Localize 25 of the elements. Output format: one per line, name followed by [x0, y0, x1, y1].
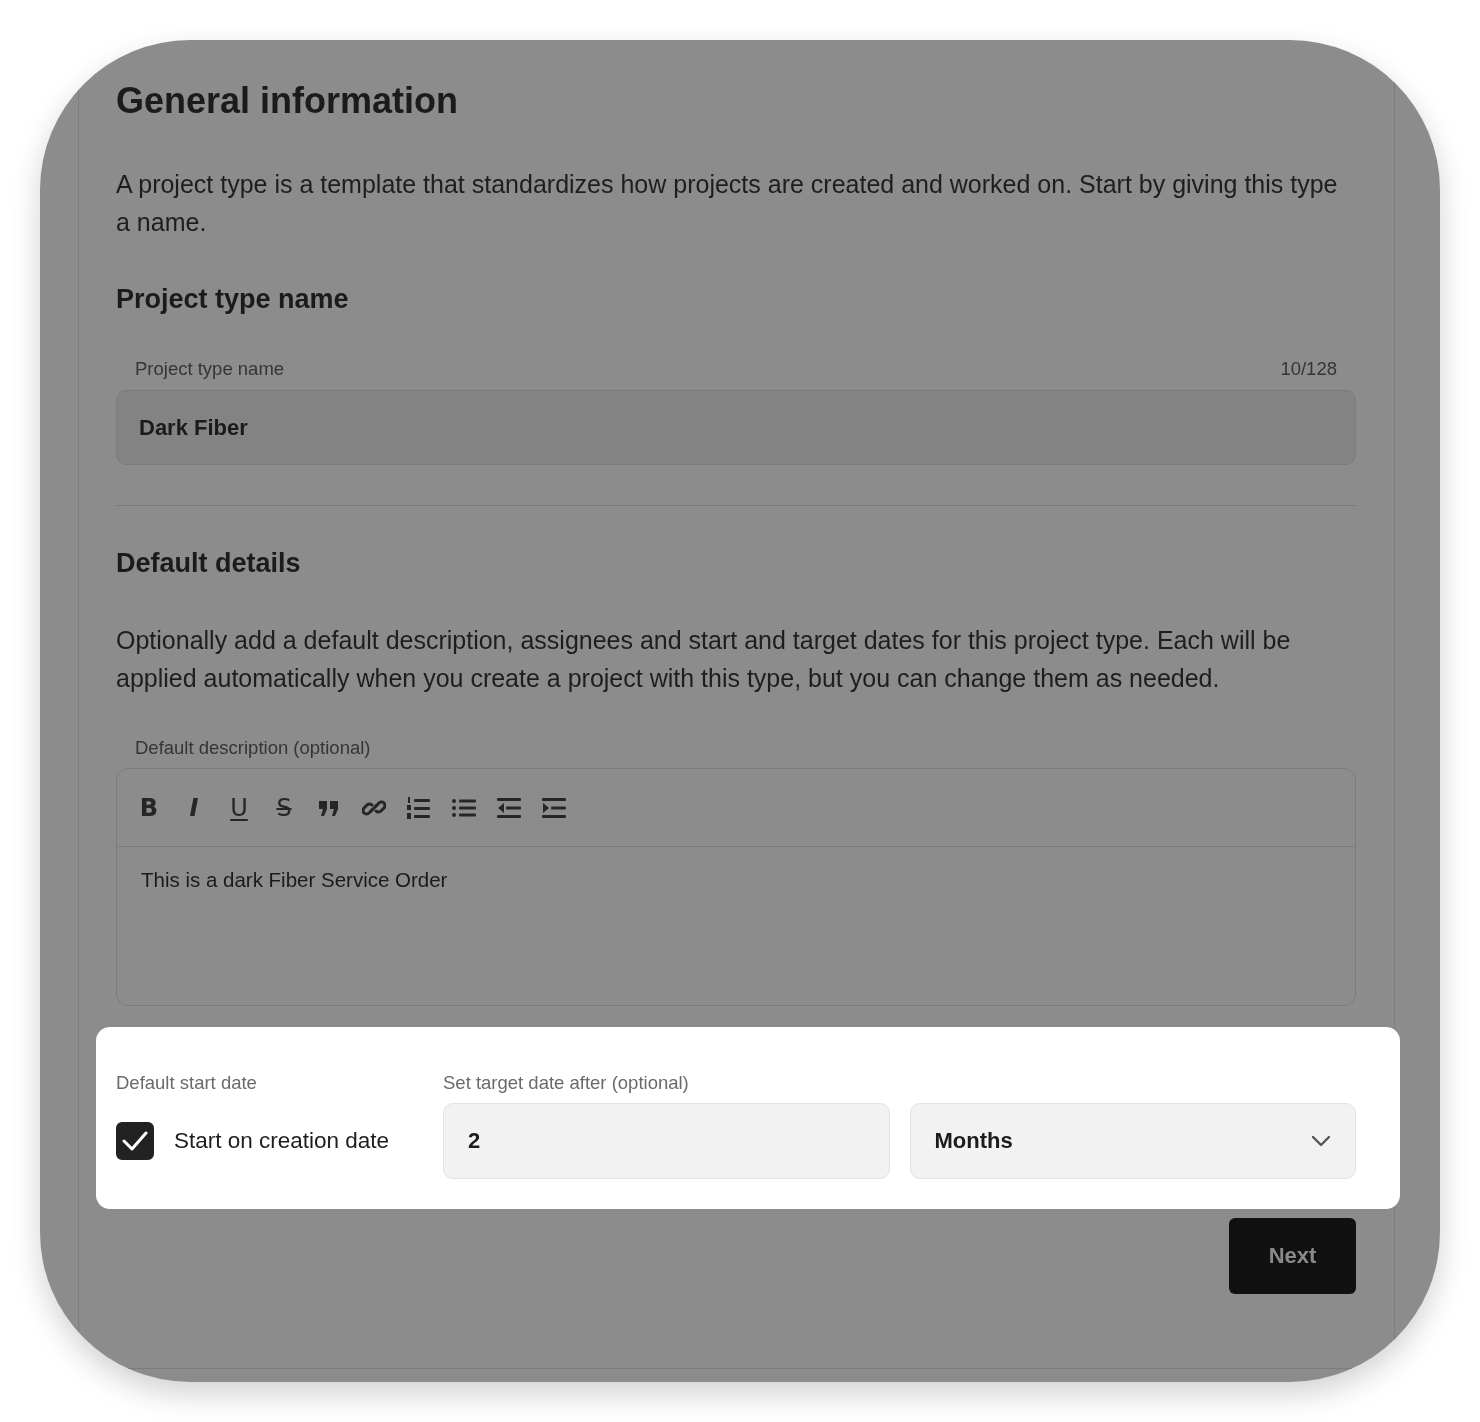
unit-dropdown[interactable]: Months	[909, 1103, 1356, 1179]
field-label: Project type name	[135, 358, 285, 380]
field-label: Default start date	[116, 1072, 258, 1094]
section-heading: Default details	[116, 547, 302, 579]
character-counter: 10/128	[1280, 358, 1337, 380]
chevron-down-icon	[1311, 1135, 1331, 1147]
outdent-icon	[497, 797, 521, 818]
description-editor[interactable]: B I U S This is a dark Fiber Service Order	[116, 768, 1356, 1006]
checkbox[interactable]	[116, 1122, 154, 1160]
intro-text: A project type is a template that standardizes how projects are created and worked on. Start by giving this type a name.	[116, 169, 1339, 238]
check-icon	[122, 1130, 148, 1152]
section-heading: Project type name	[116, 283, 350, 315]
quote-icon	[318, 798, 340, 817]
details-text: Optionally add a default description, assignees and start and target dates for this project type. Each will be applied automatically when you create a project with this type, but you can change them as needed.	[116, 625, 1292, 694]
name-field[interactable]: Dark Fiber	[116, 390, 1356, 465]
description-text: This is a dark Fiber Service Order	[140, 867, 449, 893]
field-label: Set target date after (optional)	[443, 1072, 690, 1094]
numbered-list-icon	[407, 796, 431, 819]
checkbox-label: Start on creation date	[174, 1128, 390, 1154]
amount-field[interactable]: 2	[443, 1103, 890, 1179]
indent-icon	[542, 797, 566, 818]
next-button[interactable]: Next	[1229, 1218, 1356, 1294]
field-label: Default description (optional)	[135, 737, 371, 759]
bullet-list-icon	[452, 797, 476, 818]
page-title: General information	[116, 79, 460, 123]
